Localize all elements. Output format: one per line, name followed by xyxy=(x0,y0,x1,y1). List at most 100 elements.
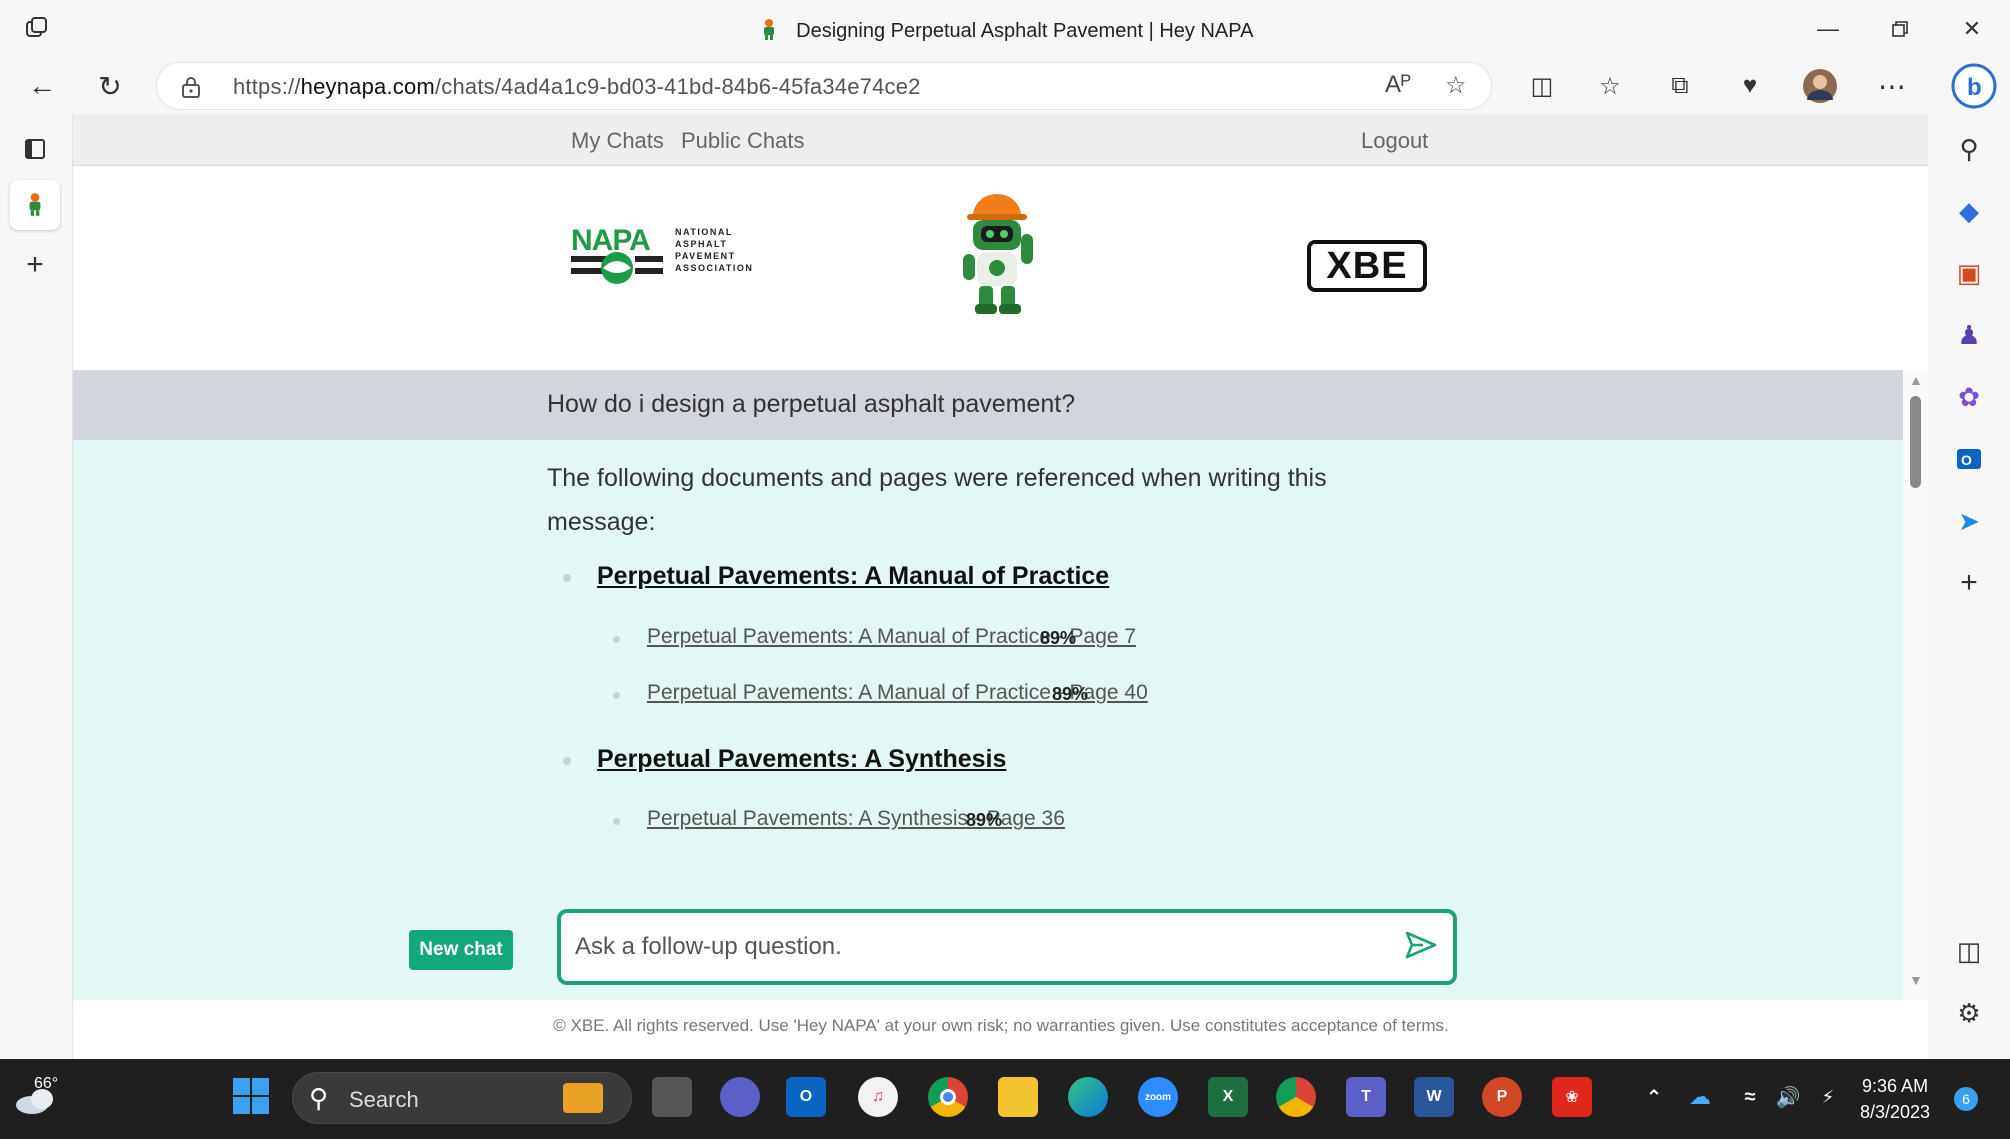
edge-sidebar: ⚲ ◆ ▣ ♟ ✿ O ➤ + ◫ ⚙ xyxy=(1928,114,2010,1059)
tools-briefcase-icon[interactable]: ▣ xyxy=(1950,254,1988,292)
tab-hey-napa[interactable] xyxy=(10,180,60,230)
web-page: My Chats Public Chats Logout NAPA NATION… xyxy=(72,114,1928,1059)
tab-actions-icon[interactable] xyxy=(10,124,60,174)
url-text[interactable]: https://heynapa.com/chats/4ad4a1c9-bd03-… xyxy=(233,74,921,100)
teams-icon[interactable]: T xyxy=(1346,1077,1386,1117)
url-path: /chats/4ad4a1c9-bd03-41bd-84b6-45fa34e74… xyxy=(434,74,921,99)
user-question-bubble: How do i design a perpetual asphalt pave… xyxy=(73,370,1903,440)
outlook-taskbar-icon[interactable]: O xyxy=(786,1077,826,1117)
follow-up-input[interactable] xyxy=(575,927,1355,967)
more-options-icon[interactable]: ⋯ xyxy=(1870,66,1914,106)
scrollbar-thumb[interactable] xyxy=(1910,396,1921,488)
task-view-icon[interactable] xyxy=(652,1077,692,1117)
notification-badge[interactable]: 6 xyxy=(1954,1087,1978,1111)
back-button[interactable]: ← xyxy=(20,66,64,106)
zoom-icon[interactable]: zoom xyxy=(1138,1077,1178,1117)
weather-temperature: 66° xyxy=(34,1075,59,1092)
hey-napa-favicon-icon xyxy=(763,19,774,40)
copilot-icon[interactable]: b xyxy=(1948,60,2000,112)
page-reference-link[interactable]: Perpetual Pavements: A Synthesis - Page … xyxy=(647,807,1065,831)
list-bullet xyxy=(563,574,571,582)
site-footer: © XBE. All rights reserved. Use 'Hey NAP… xyxy=(553,1016,1449,1035)
hey-napa-tab-icon xyxy=(29,193,41,216)
favorite-star-icon[interactable]: ☆ xyxy=(1445,71,1467,100)
games-icon[interactable]: ♟ xyxy=(1950,316,1988,354)
address-bar[interactable]: https://heynapa.com/chats/4ad4a1c9-bd03-… xyxy=(156,62,1492,110)
favorites-icon[interactable]: ☆ xyxy=(1588,66,1632,106)
microsoft-365-icon[interactable]: ✿ xyxy=(1950,378,1988,416)
excel-icon[interactable]: X xyxy=(1208,1077,1248,1117)
new-chat-button[interactable]: New chat xyxy=(409,930,513,970)
scroll-down-arrow-icon[interactable]: ▼ xyxy=(1909,972,1923,988)
answer-intro-text: The following documents and pages were r… xyxy=(547,464,1327,536)
document-link[interactable]: Perpetual Pavements: A Manual of Practic… xyxy=(597,562,1109,591)
napa-logo-line-2: ASPHALT xyxy=(675,239,728,249)
list-bullet xyxy=(613,636,620,643)
search-icon[interactable]: ⚲ xyxy=(1950,130,1988,168)
itunes-icon[interactable]: ♫ xyxy=(858,1077,898,1117)
napa-logo-line-4: ASSOCIATION xyxy=(675,263,754,273)
restore-button[interactable] xyxy=(1880,12,1920,46)
chrome-icon[interactable] xyxy=(928,1077,968,1117)
hey-napa-robot-mascot xyxy=(951,190,1045,316)
settings-gear-icon[interactable]: ⚙ xyxy=(1950,994,1988,1032)
shopping-tag-icon[interactable]: ◆ xyxy=(1950,192,1988,230)
file-explorer-icon[interactable] xyxy=(998,1077,1038,1117)
teams-chat-icon[interactable] xyxy=(720,1077,760,1117)
list-bullet xyxy=(613,818,620,825)
onedrive-icon[interactable]: ☁ xyxy=(1680,1077,1720,1117)
wifi-icon[interactable]: ≈ xyxy=(1730,1077,1770,1117)
profile-avatar[interactable] xyxy=(1798,66,1842,106)
windows-logo-icon xyxy=(233,1078,269,1114)
nav-logout-link[interactable]: Logout xyxy=(1361,128,1428,154)
url-domain: heynapa.com xyxy=(300,74,435,99)
nav-public-chats-link[interactable]: Public Chats xyxy=(681,128,805,154)
collections-icon[interactable]: ⧉ xyxy=(1658,66,1702,106)
chat-scrollbar[interactable]: ▲ ▼ xyxy=(1903,370,1928,1000)
scroll-up-arrow-icon[interactable]: ▲ xyxy=(1909,372,1923,388)
chrome-profile-icon[interactable] xyxy=(1276,1077,1316,1117)
relevance-score: 89% xyxy=(966,810,1003,830)
list-bullet xyxy=(563,757,571,765)
minimize-button[interactable]: — xyxy=(1808,12,1848,46)
lock-icon[interactable] xyxy=(181,75,201,99)
document-link[interactable]: Perpetual Pavements: A Synthesis xyxy=(597,745,1006,774)
battery-icon[interactable]: ⚡ xyxy=(1808,1077,1848,1117)
show-hidden-icons-chevron-icon[interactable]: ⌃ xyxy=(1634,1077,1674,1117)
window-title-bar: Designing Perpetual Asphalt Pavement | H… xyxy=(0,0,2010,58)
svg-text:b: b xyxy=(1967,74,1982,101)
list-bullet xyxy=(613,692,620,699)
close-button[interactable]: ✕ xyxy=(1952,12,1992,46)
nav-my-chats-link[interactable]: My Chats xyxy=(571,128,664,154)
window-title-text: Designing Perpetual Asphalt Pavement | H… xyxy=(796,20,1254,42)
outlook-icon[interactable]: O xyxy=(1950,440,1988,478)
taskbar-clock[interactable]: 9:36 AM 8/3/2023 xyxy=(1860,1073,1930,1125)
site-top-nav: My Chats Public Chats Logout xyxy=(73,114,1928,166)
start-button[interactable] xyxy=(230,1075,272,1117)
relevance-score: 89% xyxy=(1040,628,1077,648)
acrobat-icon[interactable]: ❀ xyxy=(1552,1077,1592,1117)
windows-taskbar: 66° ⚲ Search O ♫ zoom X T W P ❀ ⌃ ☁ ≈ 🔊 … xyxy=(0,1059,2010,1139)
word-icon[interactable]: W xyxy=(1414,1077,1454,1117)
split-screen-icon[interactable]: ◫ xyxy=(1520,66,1564,106)
taskbar-search-box[interactable]: ⚲ Search xyxy=(292,1072,632,1124)
volume-icon[interactable]: 🔊 xyxy=(1768,1077,1808,1117)
relevance-score: 89% xyxy=(1052,684,1089,704)
logo-header: NAPA NATIONAL ASPHALT PAVEMENT ASSOCIATI… xyxy=(73,166,1928,370)
napa-logo-line-1: NATIONAL xyxy=(675,227,733,237)
send-telegram-icon[interactable]: ➤ xyxy=(1950,502,1988,540)
briefcase-icon xyxy=(563,1083,603,1113)
browser-essentials-icon[interactable]: ♥ xyxy=(1728,66,1772,106)
read-aloud-icon[interactable]: Aᴾ xyxy=(1385,71,1411,99)
chat-conversation: How do i design a perpetual asphalt pave… xyxy=(73,370,1903,1000)
add-sidebar-app-icon[interactable]: + xyxy=(1950,564,1988,602)
powerpoint-icon[interactable]: P xyxy=(1482,1077,1522,1117)
search-icon: ⚲ xyxy=(309,1083,329,1113)
edge-taskbar-icon[interactable] xyxy=(1068,1077,1108,1117)
refresh-button[interactable]: ↻ xyxy=(88,66,132,106)
sidebar-layout-icon[interactable]: ◫ xyxy=(1950,932,1988,970)
send-icon[interactable] xyxy=(1403,927,1439,963)
clock-time: 9:36 AM xyxy=(1862,1076,1929,1096)
napa-logo-word: NAPA xyxy=(571,224,651,257)
new-tab-button[interactable]: + xyxy=(10,240,60,290)
